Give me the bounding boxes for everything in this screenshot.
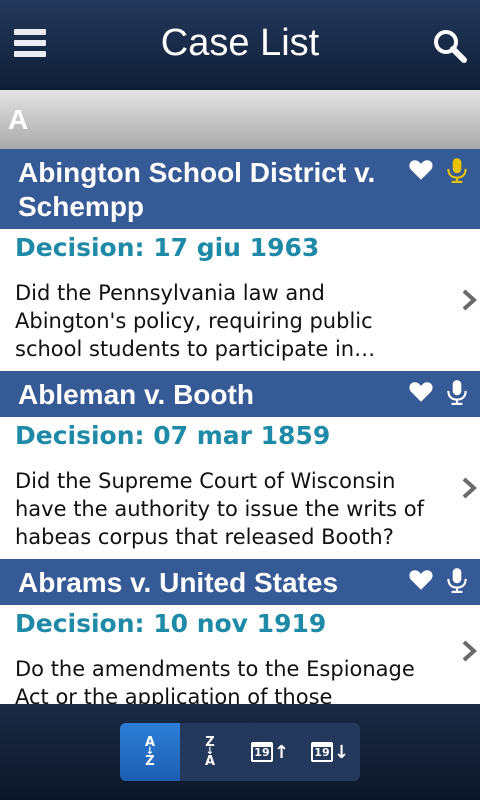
sort-az-icon: A ↓ Z [144,735,156,769]
case-body[interactable]: Decision: 17 giu 1963 Did the Pennsylvan… [0,229,480,371]
sort-za-bottom: A [204,754,216,769]
sort-za-button[interactable]: Z ↓ A [180,723,240,781]
favorite-heart-icon[interactable] [408,157,434,183]
chevron-right-icon[interactable] [460,639,478,663]
app-header: Case List [0,0,480,90]
favorite-heart-icon[interactable] [408,567,434,593]
decision-date: Decision: 17 giu 1963 [15,233,320,262]
case-summary: Do the amendments to the Espionage Act o… [15,657,415,704]
case-summary: Did the Pennsylvania law and Abington's … [15,281,376,361]
page-title: Case List [160,22,320,64]
case-body[interactable]: Decision: 07 mar 1859 Did the Supreme Co… [0,417,480,559]
case-summary: Did the Supreme Court of Wisconsin have … [15,469,424,549]
case-title: Abrams v. United States [18,567,339,598]
case-title-bar[interactable]: Ableman v. Booth [0,371,480,417]
case-title-bar[interactable]: Abington School District v. Schempp [0,149,480,229]
bottom-toolbar: A ↓ Z Z ↓ A 19 ↑ 19 ↓ [0,704,480,800]
calendar-down-icon: 19 ↓ [310,742,349,763]
sort-az-bottom: Z [145,754,155,769]
favorite-heart-icon[interactable] [408,379,434,405]
search-icon[interactable] [432,28,468,64]
case-title: Ableman v. Booth [18,379,254,410]
sort-options: A ↓ Z Z ↓ A 19 ↑ 19 ↓ [120,723,360,781]
sort-az-button[interactable]: A ↓ Z [120,723,180,781]
decision-date: Decision: 07 mar 1859 [15,421,331,450]
case-title: Abington School District v. Schempp [18,157,376,222]
sort-date-ascending-button[interactable]: 19 ↑ [240,723,300,781]
case-item[interactable]: Abrams v. United States Decision: 10 nov… [0,559,480,704]
case-item[interactable]: Ableman v. Booth Decision: 07 mar 1859 D… [0,371,480,559]
audio-microphone-icon[interactable] [444,567,470,593]
section-letter: A [8,104,29,135]
sort-za-icon: Z ↓ A [204,735,216,769]
calendar-day: 19 [250,742,273,762]
decision-date: Decision: 10 nov 1919 [15,609,327,638]
calendar-day: 19 [310,742,333,762]
case-list[interactable]: Abington School District v. Schempp Deci… [0,149,480,704]
case-body[interactable]: Decision: 10 nov 1919 Do the amendments … [0,605,480,704]
chevron-right-icon[interactable] [460,288,478,312]
audio-microphone-icon[interactable] [444,379,470,405]
calendar-up-icon: 19 ↑ [250,742,289,763]
chevron-right-icon[interactable] [460,476,478,500]
section-header: A [0,90,480,149]
case-item[interactable]: Abington School District v. Schempp Deci… [0,149,480,371]
sort-date-descending-button[interactable]: 19 ↓ [300,723,360,781]
case-title-bar[interactable]: Abrams v. United States [0,559,480,605]
audio-microphone-icon[interactable] [444,157,470,183]
